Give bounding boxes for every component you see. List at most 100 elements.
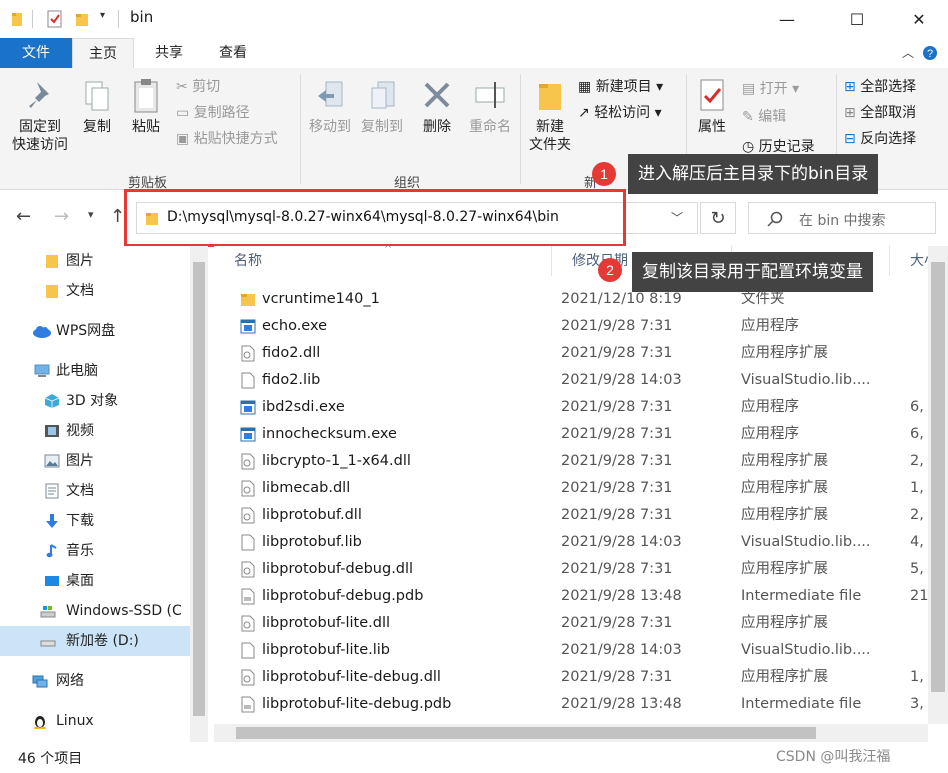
nav-item-pictures-quick[interactable]: 图片 xyxy=(0,246,190,276)
move-to-icon xyxy=(318,81,343,107)
pdb-icon xyxy=(241,696,255,713)
nav-item-desktop[interactable]: 桌面 xyxy=(0,566,190,596)
address-dropdown-chevron-icon[interactable]: ﹀ xyxy=(671,209,683,226)
table-row[interactable]: innochecksum.exe 2021/9/28 7:31 应用程序 6, xyxy=(214,421,928,448)
new-item-button[interactable]: ▦ 新建项目 ▾ xyxy=(578,76,663,98)
copy-button[interactable]: 复制 xyxy=(78,78,116,136)
copy-path-icon: ▭ xyxy=(176,105,194,121)
file-type: 应用程序扩展 xyxy=(741,507,828,523)
file-size: 6, xyxy=(910,399,924,415)
forward-arrow-icon[interactable]: → xyxy=(54,206,69,227)
tab-file[interactable]: 文件 xyxy=(0,38,72,68)
file-date: 2021/9/28 7:31 xyxy=(561,669,673,685)
nav-item-this-pc[interactable]: 此电脑 xyxy=(0,356,190,386)
nav-item-pictures[interactable]: 图片 xyxy=(0,446,190,476)
edit-icon: ✎ xyxy=(742,109,759,125)
nav-item-documents[interactable]: 文档 xyxy=(0,476,190,506)
quick-access-dropdown-icon[interactable]: ▾ xyxy=(100,10,105,21)
table-row[interactable]: echo.exe 2021/9/28 7:31 应用程序 xyxy=(214,313,928,340)
select-none-button[interactable]: ⊞ 全部取消 xyxy=(844,102,916,124)
table-row[interactable]: libprotobuf-lite.dll 2021/9/28 7:31 应用程序扩展 xyxy=(214,610,928,637)
paste-shortcut-button[interactable]: ▣ 粘贴快捷方式 xyxy=(176,128,278,150)
search-input[interactable]: 在 bin 中搜索 xyxy=(799,210,886,230)
properties-button[interactable]: 属性 xyxy=(690,78,734,136)
rename-icon xyxy=(475,82,505,108)
pin-quick-access-button[interactable]: 固定到 快速访问 xyxy=(8,78,72,154)
nav-item-documents-quick[interactable]: 文档 xyxy=(0,276,190,306)
tab-share[interactable]: 共享 xyxy=(138,38,200,68)
file-size: 3, xyxy=(910,696,924,712)
tab-view[interactable]: 查看 xyxy=(202,38,264,68)
nav-item-linux[interactable]: Linux xyxy=(0,706,190,736)
table-row[interactable]: ibd2sdi.exe 2021/9/28 7:31 应用程序 6, xyxy=(214,394,928,421)
nav-item-network[interactable]: 网络 xyxy=(0,666,190,696)
select-all-button[interactable]: ⊞ 全部选择 xyxy=(844,76,916,98)
easy-access-icon: ↗ xyxy=(578,105,595,121)
table-row[interactable]: libprotobuf.lib 2021/9/28 14:03 VisualStud… xyxy=(214,529,928,556)
paste-button[interactable]: 粘贴 xyxy=(124,78,168,136)
nav-label: 桌面 xyxy=(66,573,94,589)
delete-button[interactable]: 删除 xyxy=(416,78,458,136)
file-date: 2021/9/28 7:31 xyxy=(561,399,673,415)
table-row[interactable]: libprotobuf-debug.pdb 2021/9/28 13:48 Inte… xyxy=(214,583,928,610)
refresh-button[interactable]: ↻ xyxy=(700,202,736,234)
file-date: 2021/9/28 14:03 xyxy=(561,372,682,388)
minimize-button[interactable]: — xyxy=(764,0,810,38)
table-row[interactable]: fido2.lib 2021/9/28 14:03 VisualStudio.lib… xyxy=(214,367,928,394)
file-type: 应用程序 xyxy=(741,318,799,334)
open-icon: ▤ xyxy=(742,81,760,97)
close-button[interactable]: ✕ xyxy=(896,0,942,38)
file-name: libprotobuf.dll xyxy=(262,507,362,523)
open-button[interactable]: ▤ 打开 ▾ xyxy=(742,78,799,100)
copy-to-label: 复制到 xyxy=(361,119,403,135)
move-to-button[interactable]: 移动到 xyxy=(304,78,356,136)
maximize-button[interactable]: ☐ xyxy=(834,0,880,38)
desktop-icon xyxy=(45,576,59,586)
back-arrow-icon[interactable]: ← xyxy=(16,206,31,227)
file-name: libprotobuf-debug.dll xyxy=(262,561,414,577)
tab-home[interactable]: 主页 xyxy=(72,38,134,68)
rename-button[interactable]: 重命名 xyxy=(462,78,518,136)
select-none-icon: ⊞ xyxy=(844,105,861,121)
recent-locations-chevron-icon[interactable]: ▾ xyxy=(88,208,94,221)
file-date: 2021/9/28 13:48 xyxy=(561,696,682,712)
nav-item-drive-c[interactable]: Windows-SSD (C xyxy=(0,596,190,626)
table-row[interactable]: libprotobuf-debug.dll 2021/9/28 7:31 应用程序扩… xyxy=(214,556,928,583)
new-folder-icon[interactable] xyxy=(74,10,90,28)
table-row[interactable]: fido2.dll 2021/9/28 7:31 应用程序扩展 xyxy=(214,340,928,367)
collapse-ribbon-icon[interactable]: ︿ xyxy=(902,44,914,61)
file-list-horizontal-thumb[interactable] xyxy=(236,727,816,739)
dll-icon xyxy=(241,345,255,362)
invert-selection-button[interactable]: ⊟ 反向选择 xyxy=(844,128,916,150)
table-row[interactable]: libprotobuf.dll 2021/9/28 7:31 应用程序扩展 2, xyxy=(214,502,928,529)
table-row[interactable]: libcrypto-1_1-x64.dll 2021/9/28 7:31 应用程序扩… xyxy=(214,448,928,475)
file-list-vertical-thumb[interactable] xyxy=(931,262,945,692)
computer-icon xyxy=(34,364,50,377)
properties-check-icon[interactable] xyxy=(46,10,64,28)
new-folder-button[interactable]: 新建 文件夹 xyxy=(522,78,578,154)
nav-scrollbar-thumb[interactable] xyxy=(193,262,205,716)
nav-item-downloads[interactable]: 下载 xyxy=(0,506,190,536)
nav-item-music[interactable]: 音乐 xyxy=(0,536,190,566)
nav-item-3d-objects[interactable]: 3D 对象 xyxy=(0,386,190,416)
copy-path-button[interactable]: ▭ 复制路径 xyxy=(176,102,250,124)
nav-item-wps-drive[interactable]: WPS网盘 xyxy=(0,316,190,346)
column-header-name[interactable]: 名称 xyxy=(214,246,552,276)
cut-button[interactable]: ✂ 剪切 xyxy=(176,76,220,98)
help-icon[interactable]: ? xyxy=(922,45,938,61)
up-arrow-icon[interactable]: ↑ xyxy=(110,206,125,227)
file-name: libprotobuf-lite.lib xyxy=(262,642,391,658)
table-row[interactable]: libprotobuf-lite-debug.pdb 2021/9/28 13:4… xyxy=(214,691,928,718)
paste-label: 粘贴 xyxy=(132,119,160,135)
column-header-size[interactable]: 大小 xyxy=(890,246,928,276)
table-row[interactable]: libmecab.dll 2021/9/28 7:31 应用程序扩展 1, xyxy=(214,475,928,502)
table-row[interactable]: libprotobuf-lite-debug.dll 2021/9/28 7:31… xyxy=(214,664,928,691)
copy-to-button[interactable]: 复制到 xyxy=(356,78,408,136)
nav-item-drive-d[interactable]: 新加卷 (D:) xyxy=(0,626,190,656)
edit-button[interactable]: ✎ 编辑 xyxy=(742,106,786,128)
cube-icon xyxy=(44,394,60,408)
table-row[interactable]: libprotobuf-lite.lib 2021/9/28 14:03 Visua… xyxy=(214,637,928,664)
easy-access-button[interactable]: ↗ 轻松访问 ▾ xyxy=(578,102,662,124)
nav-item-videos[interactable]: 视频 xyxy=(0,416,190,446)
search-box[interactable]: 在 bin 中搜索 xyxy=(748,202,936,234)
